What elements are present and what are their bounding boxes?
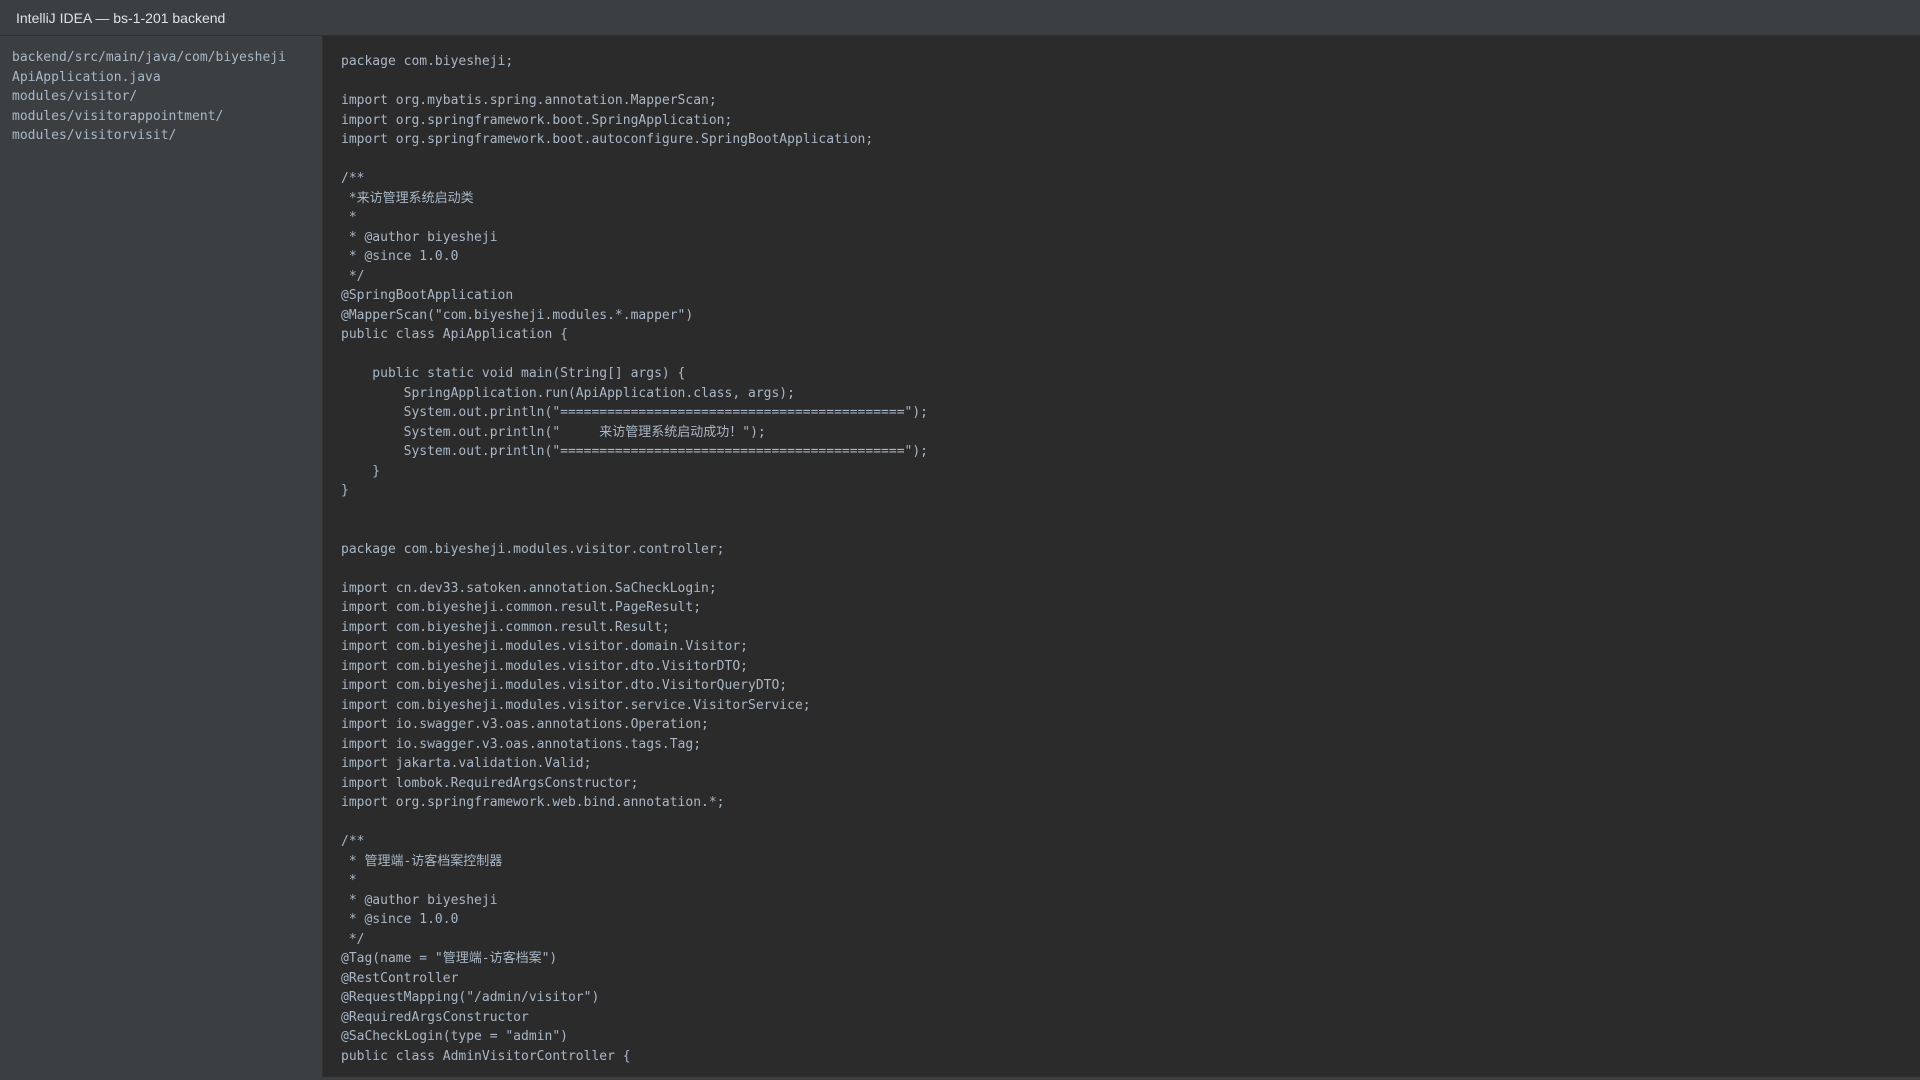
tree-item-visitor[interactable]: modules/visitor/ bbox=[0, 87, 322, 107]
code-line: public class ApiApplication { bbox=[341, 327, 568, 342]
code-line: import org.springframework.boot.SpringAp… bbox=[341, 112, 733, 128]
tree-item-package-path[interactable]: backend/src/main/java/com/biyesheji bbox=[0, 48, 322, 68]
code-line: @Tag(name = "管理端-访客档案") bbox=[341, 951, 558, 966]
code-line: import org.springframework.web.bind.anno… bbox=[341, 795, 725, 810]
code-line: import cn.dev33.satoken.annotation.SaChe… bbox=[341, 580, 717, 596]
code-line: import com.biyesheji.modules.visitor.ser… bbox=[341, 697, 811, 713]
code-line: @RequestMapping("/admin/visitor") bbox=[341, 990, 600, 1005]
code-line: System.out.println("====================… bbox=[341, 405, 928, 420]
code-line: * bbox=[341, 873, 357, 888]
code-line: /** bbox=[341, 834, 365, 849]
code-line: @MapperScan("com.biyesheji.modules.*.map… bbox=[341, 307, 694, 323]
code-line: package com.biyesheji.modules.visitor.co… bbox=[341, 541, 725, 557]
code-line: * @author biyesheji bbox=[341, 892, 498, 908]
code-line: *来访管理系统启动类 bbox=[341, 190, 474, 206]
title-bar: IntelliJ IDEA — bs-1-201 backend bbox=[0, 0, 1920, 36]
code-line: System.out.println(" 来访管理系统启动成功！"); bbox=[341, 424, 766, 440]
code-line: /** bbox=[341, 171, 365, 186]
code-editor[interactable]: package com.biyesheji; import org.mybatis… bbox=[324, 36, 1920, 1077]
project-tree: backend/src/main/java/com/biyesheji ApiA… bbox=[0, 36, 323, 1077]
tree-item-api-application[interactable]: ApiApplication.java bbox=[0, 68, 322, 88]
code-line: @SaCheckLogin(type = "admin") bbox=[341, 1029, 568, 1044]
tree-item-visitorappointment[interactable]: modules/visitorappointment/ bbox=[0, 107, 322, 127]
code-line: * 管理端-访客档案控制器 bbox=[341, 853, 503, 869]
code-line: import io.swagger.v3.oas.annotations.tag… bbox=[341, 736, 702, 752]
code-line: * @since 1.0.0 bbox=[341, 912, 459, 927]
code-line: } bbox=[341, 483, 349, 498]
code-line: @SpringBootApplication bbox=[341, 288, 514, 303]
code-line: import com.biyesheji.common.result.PageR… bbox=[341, 600, 702, 615]
code-line: import jakarta.validation.Valid; bbox=[341, 756, 592, 771]
code-line: * @author biyesheji bbox=[341, 229, 498, 245]
code-line: */ bbox=[341, 931, 365, 947]
code-line: } bbox=[341, 463, 381, 479]
code-line: import com.biyesheji.modules.visitor.dto… bbox=[341, 678, 788, 693]
code-line: import io.swagger.v3.oas.annotations.Ope… bbox=[341, 717, 709, 732]
code-line: @RequiredArgsConstructor bbox=[341, 1009, 529, 1025]
code-line: @RestController bbox=[341, 970, 459, 986]
code-lines: package com.biyesheji; import org.mybatis… bbox=[341, 52, 1920, 1066]
code-line: package com.biyesheji; bbox=[341, 54, 514, 69]
code-line: * @since 1.0.0 bbox=[341, 249, 459, 264]
code-line: import org.mybatis.spring.annotation.Map… bbox=[341, 93, 717, 108]
code-line: import com.biyesheji.common.result.Resul… bbox=[341, 619, 670, 635]
tree-item-visitorvisit[interactable]: modules/visitorvisit/ bbox=[0, 126, 322, 146]
code-line: import com.biyesheji.modules.visitor.dom… bbox=[341, 639, 748, 654]
code-line: public static void main(String[] args) { bbox=[341, 366, 686, 381]
code-line: public class AdminVisitorController { bbox=[341, 1048, 631, 1064]
window-title: IntelliJ IDEA — bs-1-201 backend bbox=[16, 10, 226, 26]
code-line: import lombok.RequiredArgsConstructor; bbox=[341, 775, 639, 791]
code-line: import org.springframework.boot.autoconf… bbox=[341, 132, 874, 147]
code-line: SpringApplication.run(ApiApplication.cla… bbox=[341, 385, 795, 401]
code-line: */ bbox=[341, 268, 365, 284]
code-line: * bbox=[341, 210, 357, 225]
code-line: import com.biyesheji.modules.visitor.dto… bbox=[341, 658, 748, 674]
code-line: System.out.println("====================… bbox=[341, 444, 928, 459]
